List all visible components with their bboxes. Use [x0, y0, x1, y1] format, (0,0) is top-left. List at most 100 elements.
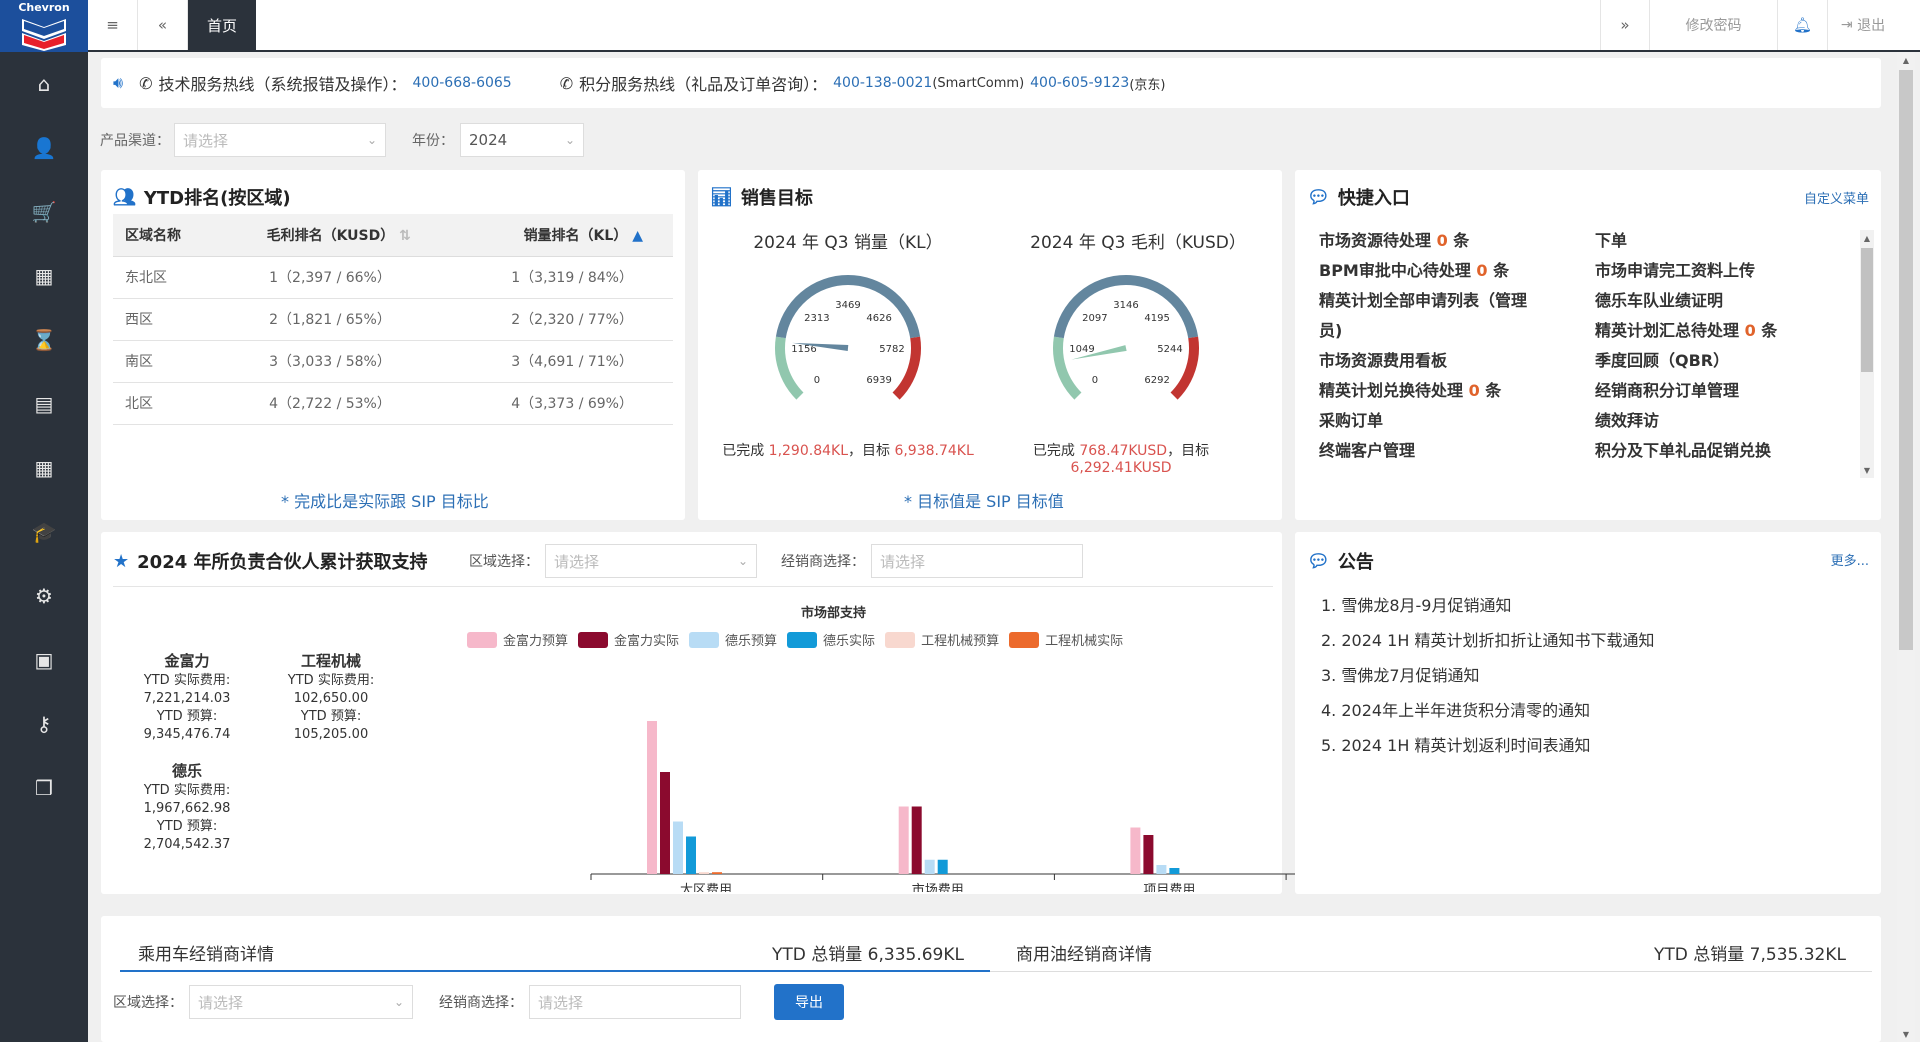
- support-card: ★ 2024 年所负责合伙人累计获取支持 区域选择： 请选择 ⌄ 经销商选择： 请选…: [101, 532, 1301, 894]
- chart-legend: 金富力预算 金富力实际 德乐预算 德乐实际 工程机械预算 工程机械实际: [467, 630, 1247, 652]
- scrollbar-thumb[interactable]: [1899, 70, 1913, 650]
- scrollbar-thumb[interactable]: [1861, 248, 1873, 372]
- quick-link-item[interactable]: 终端客户管理: [1319, 436, 1569, 466]
- legend-item[interactable]: 工程机械预算: [885, 630, 999, 649]
- logout-button[interactable]: ⇥ 退出: [1828, 0, 1898, 50]
- quick-link-item[interactable]: 精英计划汇总待处理 0 条: [1595, 316, 1835, 346]
- bar[interactable]: [1130, 827, 1141, 875]
- bar[interactable]: [911, 806, 922, 875]
- col-margin-rank[interactable]: 毛利排名（KUSD） ⇅: [199, 214, 451, 257]
- channel-select[interactable]: 请选择 ⌄: [174, 123, 386, 157]
- quick-link-item[interactable]: BPM审批中心待处理 0 条: [1319, 256, 1569, 286]
- cubes-icon[interactable]: ❒: [0, 756, 88, 820]
- change-password-button[interactable]: 修改密码: [1650, 0, 1778, 50]
- quick-link-item[interactable]: 下单: [1595, 226, 1835, 256]
- hotline-bar: 🔊︎ ✆ 技术服务热线（系统报错及操作）： 400-668-6065 ✆ 积分服…: [101, 58, 1881, 108]
- sort-asc-icon: ▲: [632, 227, 643, 244]
- support-filters: 区域选择： 请选择 ⌄ 经销商选择： 请选择: [469, 544, 1083, 578]
- year-select[interactable]: 2024 ⌄: [460, 123, 584, 157]
- legend-item[interactable]: 金富力预算: [467, 630, 568, 649]
- ytd-rank-card: 👥︎ YTD排名(按区域) 区域名称 毛利排名（KUSD） ⇅ 销量排名（KL） …: [101, 170, 685, 520]
- quick-link-item[interactable]: 精英计划全部申请列表（管理: [1319, 286, 1569, 316]
- add-user-icon[interactable]: 👤: [0, 116, 88, 180]
- legend-item[interactable]: 金富力实际: [578, 630, 679, 649]
- tab-home[interactable]: 首页: [188, 0, 256, 50]
- quick-link-item[interactable]: 采购订单: [1319, 406, 1569, 436]
- chevron-logo[interactable]: Chevron: [0, 0, 88, 52]
- notice-item[interactable]: 1. 雪佛龙8月-9月促销通知: [1321, 588, 1654, 623]
- dealer-region-select[interactable]: 请选择 ⌄: [189, 985, 413, 1019]
- bar[interactable]: [924, 859, 935, 874]
- bar[interactable]: [686, 836, 696, 875]
- quick-link-item[interactable]: 季度回顾（QBR）: [1595, 346, 1835, 376]
- bar[interactable]: [712, 872, 722, 874]
- scroll-down-arrow[interactable]: ▼: [1897, 1026, 1915, 1042]
- dealer-label: 经销商选择：: [781, 554, 865, 570]
- quick-link-item[interactable]: 市场资源费用看板: [1319, 346, 1569, 376]
- support-region-select[interactable]: 请选择 ⌄: [545, 544, 757, 578]
- calculator-icon[interactable]: ▤: [0, 372, 88, 436]
- quick-link-item[interactable]: 德乐车队业绩证明: [1595, 286, 1835, 316]
- quick-entry-scrollbar[interactable]: ▲ ▼: [1860, 230, 1874, 478]
- quick-link-item[interactable]: 市场资源待处理 0 条: [1319, 226, 1569, 256]
- quick-link-item[interactable]: 精英计划兑换待处理 0 条: [1319, 376, 1569, 406]
- legend-item[interactable]: 德乐预算: [689, 630, 777, 649]
- bar[interactable]: [660, 772, 670, 874]
- table-row: 东北区 1（2,397 / 66%） 1（3,319 / 84%）: [113, 256, 673, 299]
- col-volume-rank[interactable]: 销量排名（KL） ▲: [450, 214, 673, 257]
- hourglass-icon[interactable]: ⌛: [0, 308, 88, 372]
- scroll-down-arrow[interactable]: ▼: [1860, 462, 1874, 478]
- legend-item[interactable]: 德乐实际: [787, 630, 875, 649]
- bar[interactable]: [1169, 868, 1180, 874]
- phone-icon: ✆: [559, 73, 574, 93]
- bar[interactable]: [673, 821, 683, 875]
- key-icon[interactable]: ⚷: [0, 692, 88, 756]
- menu-toggle-icon[interactable]: ≡: [88, 0, 138, 50]
- support-dealer-input[interactable]: 请选择: [871, 544, 1083, 578]
- scroll-up-arrow[interactable]: ▲: [1860, 230, 1874, 246]
- quick-link-item[interactable]: 经销商积分订单管理: [1595, 376, 1835, 406]
- legend-item[interactable]: 工程机械实际: [1009, 630, 1123, 649]
- bar[interactable]: [1143, 835, 1154, 874]
- sidebar: Chevron ⌂ 👤 🛒 ▦ ⌛ ▤ ▦ 🎓 ⚙ ▣ ⚷ ❒: [0, 0, 88, 1042]
- tab-passenger-dealer[interactable]: 乘用车经销商详情 YTD 总销量 6,335.69KL: [120, 930, 990, 972]
- table-row: 北区 4（2,722 / 53%） 4（3,373 / 69%）: [113, 382, 673, 425]
- dealer-search-input[interactable]: 请选择: [529, 985, 741, 1019]
- notice-item[interactable]: 5. 2024 1H 精英计划返利时间表通知: [1321, 728, 1654, 763]
- grid-icon[interactable]: ▦: [0, 244, 88, 308]
- chart-title: 市场部支持: [801, 606, 867, 621]
- legend-swatch: [1009, 631, 1040, 648]
- bar[interactable]: [699, 872, 709, 874]
- quick-link-item[interactable]: 市场申请完工资料上传: [1595, 256, 1835, 286]
- notice-item[interactable]: 4. 2024年上半年进货积分清零的通知: [1321, 693, 1654, 728]
- bar-chart-icon: 📊︎: [710, 186, 733, 208]
- bar[interactable]: [1156, 865, 1167, 874]
- scroll-up-arrow[interactable]: ▲: [1897, 52, 1915, 68]
- gauge-tick-label: 6292: [1144, 375, 1169, 386]
- ytd-rank-note: * 完成比是实际跟 SIP 目标比: [281, 492, 489, 511]
- export-button[interactable]: 导出: [774, 984, 844, 1020]
- custom-menu-link[interactable]: 自定义菜单: [1804, 188, 1869, 207]
- bell-icon[interactable]: 🔔︎: [1778, 0, 1828, 50]
- quick-link-item[interactable]: 积分及下单礼品促销兑换: [1595, 436, 1835, 466]
- bar[interactable]: [937, 859, 948, 874]
- page-scrollbar[interactable]: ▲ ▼: [1897, 52, 1915, 1042]
- home-icon[interactable]: ⌂: [0, 52, 88, 116]
- graduation-cap-icon[interactable]: 🎓: [0, 500, 88, 564]
- calendar-icon[interactable]: ▦: [0, 436, 88, 500]
- cart-icon[interactable]: 🛒: [0, 180, 88, 244]
- quick-link-item[interactable]: 绩效拜访: [1595, 406, 1835, 436]
- notice-more-link[interactable]: 更多...: [1831, 550, 1869, 569]
- bar[interactable]: [898, 806, 909, 875]
- table-row: 西区 2（1,821 / 65%） 2（2,320 / 77%）: [113, 298, 673, 341]
- notice-item[interactable]: 3. 雪佛龙7月促销通知: [1321, 658, 1654, 693]
- quick-link-item[interactable]: 员): [1319, 316, 1569, 346]
- scroll-right-icon[interactable]: »: [1600, 0, 1650, 50]
- bar[interactable]: [647, 721, 657, 874]
- tab-commercial-dealer[interactable]: 商用油经销商详情 YTD 总销量 7,535.32KL: [990, 930, 1872, 972]
- notice-item[interactable]: 2. 2024 1H 精英计划折扣折让通知书下载通知: [1321, 623, 1654, 658]
- scroll-left-icon[interactable]: «: [138, 0, 188, 50]
- qrcode-icon[interactable]: ▣: [0, 628, 88, 692]
- gears-icon[interactable]: ⚙: [0, 564, 88, 628]
- dealer-tabs: 乘用车经销商详情 YTD 总销量 6,335.69KL 商用油经销商详情 YTD…: [120, 930, 1872, 972]
